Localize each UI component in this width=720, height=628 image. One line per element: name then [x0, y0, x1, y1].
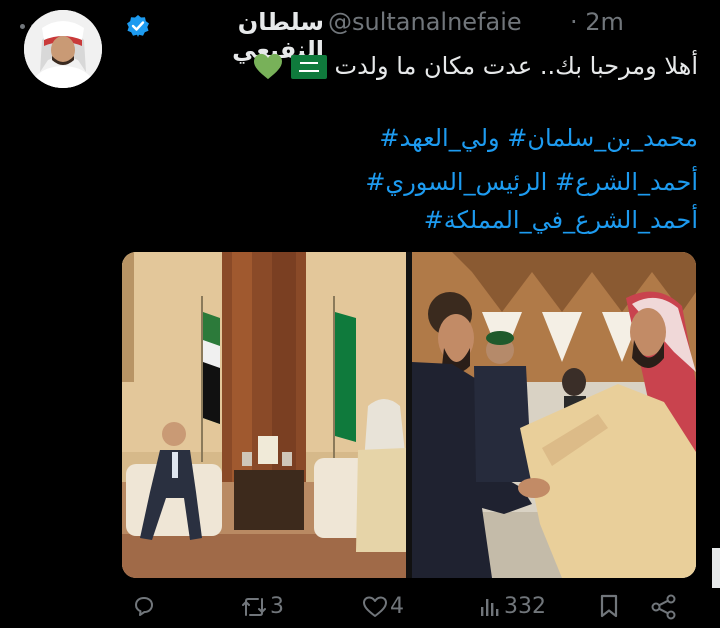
- retweet-button[interactable]: 3: [240, 594, 284, 619]
- bookmark-button[interactable]: [598, 594, 620, 618]
- green-heart-emoji: [254, 53, 283, 80]
- tweet-text: أهلا ومرحبا بك.. عدت مكان ما ولدت: [334, 52, 698, 80]
- share-button[interactable]: [650, 594, 678, 620]
- tweet-action-bar: 3 4 332: [0, 588, 720, 628]
- scroll-indicator[interactable]: [712, 548, 720, 588]
- user-avatar[interactable]: [24, 10, 102, 88]
- tweet-text-line: أهلا ومرحبا بك.. عدت مكان ما ولدت: [253, 52, 698, 81]
- handshake-photo[interactable]: [412, 252, 696, 578]
- like-count: 4: [390, 594, 404, 619]
- verified-badge-icon: [127, 15, 149, 37]
- reply-icon: [135, 597, 153, 616]
- reply-button[interactable]: [132, 594, 158, 618]
- view-count: 332: [504, 594, 546, 619]
- bookmark-icon: [600, 594, 618, 618]
- heart-icon: [363, 596, 387, 617]
- hashtag-line-2[interactable]: أحمد_الشرع# الرئيس_السوري#: [365, 168, 698, 196]
- tweet-timestamp[interactable]: · 2m: [570, 8, 624, 36]
- hashtag-line-3[interactable]: أحمد_الشرع_في_المملكة#: [424, 206, 698, 234]
- retweet-icon: [242, 597, 266, 616]
- tweet-media-grid: [122, 252, 696, 578]
- retweet-count: 3: [270, 594, 284, 619]
- views-bar-chart-icon: [481, 598, 499, 616]
- saudi-flag-emoji: [290, 55, 327, 79]
- user-handle[interactable]: @sultanalnefaie: [328, 8, 522, 36]
- views-button[interactable]: 332: [478, 594, 546, 619]
- tweet-header: · 2m @sultanalnefaie سلطان النفيعي: [0, 8, 720, 64]
- share-icon: [651, 594, 676, 620]
- hashtag-line-1[interactable]: محمد_بن_سلمان# ولي_العهد#: [379, 124, 698, 152]
- meeting-room-photo[interactable]: [122, 252, 406, 578]
- like-button[interactable]: 4: [362, 594, 404, 619]
